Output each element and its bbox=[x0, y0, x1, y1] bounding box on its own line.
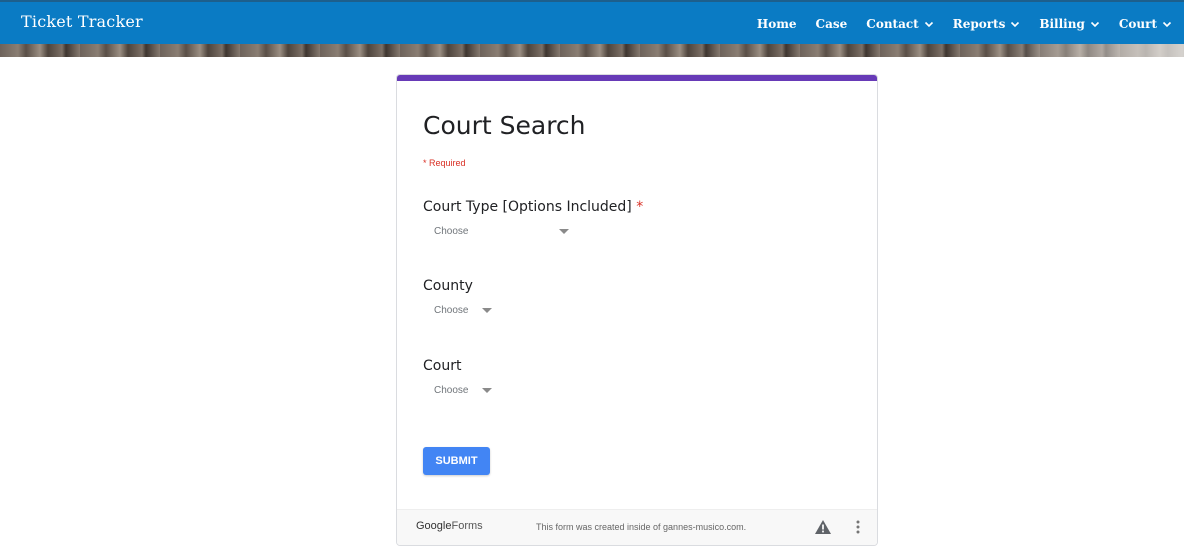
county-dropdown[interactable]: Choose bbox=[434, 305, 493, 316]
form-accent-bar bbox=[397, 75, 877, 81]
dropdown-arrow-icon bbox=[559, 229, 570, 234]
nav-item-label: Contact bbox=[866, 17, 919, 31]
question-court-label: Court bbox=[423, 358, 461, 374]
dropdown-arrow-icon bbox=[482, 308, 493, 313]
question-label-text: Court bbox=[423, 358, 462, 374]
nav-item-label: Case bbox=[815, 17, 848, 31]
form-title: Court Search bbox=[423, 111, 586, 140]
chevron-down-icon bbox=[1090, 21, 1099, 28]
nav-item-label: Home bbox=[756, 17, 797, 31]
required-asterisk: * bbox=[636, 199, 644, 215]
submit-button[interactable]: SUBMIT bbox=[423, 447, 490, 475]
warning-triangle-icon[interactable] bbox=[814, 519, 832, 535]
nav-item-label: Billing bbox=[1039, 17, 1085, 31]
court-dropdown[interactable]: Choose bbox=[434, 385, 493, 396]
chevron-down-icon bbox=[1011, 21, 1020, 28]
nav-item-billing[interactable]: Billing bbox=[1039, 17, 1100, 31]
chevron-down-icon bbox=[924, 21, 933, 28]
nav-item-court[interactable]: Court bbox=[1119, 17, 1172, 31]
logo-forms-text: Forms bbox=[451, 520, 483, 532]
brand-title[interactable]: Ticket Tracker bbox=[21, 12, 143, 31]
main-nav: Home Case Contact Reports Billing Court bbox=[757, 2, 1184, 46]
question-label-text: County bbox=[423, 278, 473, 294]
question-court-type-label: Court Type [Options Included] * bbox=[423, 199, 643, 215]
logo-google-text: Google bbox=[416, 520, 452, 532]
dropdown-value: Choose bbox=[434, 305, 469, 316]
footer-note: This form was created inside of gannes-m… bbox=[536, 522, 747, 532]
question-label-text: Court Type [Options Included] bbox=[423, 199, 632, 215]
google-forms-logo[interactable]: GoogleForms bbox=[416, 520, 483, 532]
nav-item-label: Court bbox=[1118, 17, 1157, 31]
nav-item-reports[interactable]: Reports bbox=[953, 17, 1021, 31]
top-navbar: Ticket Tracker Home Case Contact Reports… bbox=[0, 0, 1184, 44]
nav-item-home[interactable]: Home bbox=[757, 17, 797, 31]
court-type-dropdown[interactable]: Choose bbox=[434, 226, 570, 237]
nav-item-case[interactable]: Case bbox=[816, 17, 848, 31]
dropdown-value: Choose bbox=[434, 226, 469, 237]
nav-item-label: Reports bbox=[952, 17, 1006, 31]
dropdown-arrow-icon bbox=[482, 388, 493, 393]
dropdown-value: Choose bbox=[434, 385, 469, 396]
header-banner-image bbox=[0, 44, 1184, 57]
more-vert-icon[interactable] bbox=[855, 519, 861, 535]
required-note: * Required bbox=[423, 158, 466, 168]
nav-item-contact[interactable]: Contact bbox=[866, 17, 933, 31]
form-footer: GoogleForms This form was created inside… bbox=[397, 509, 877, 545]
google-form-card: Court Search * Required Court Type [Opti… bbox=[396, 74, 878, 546]
question-county-label: County bbox=[423, 278, 473, 294]
chevron-down-icon bbox=[1162, 21, 1172, 28]
